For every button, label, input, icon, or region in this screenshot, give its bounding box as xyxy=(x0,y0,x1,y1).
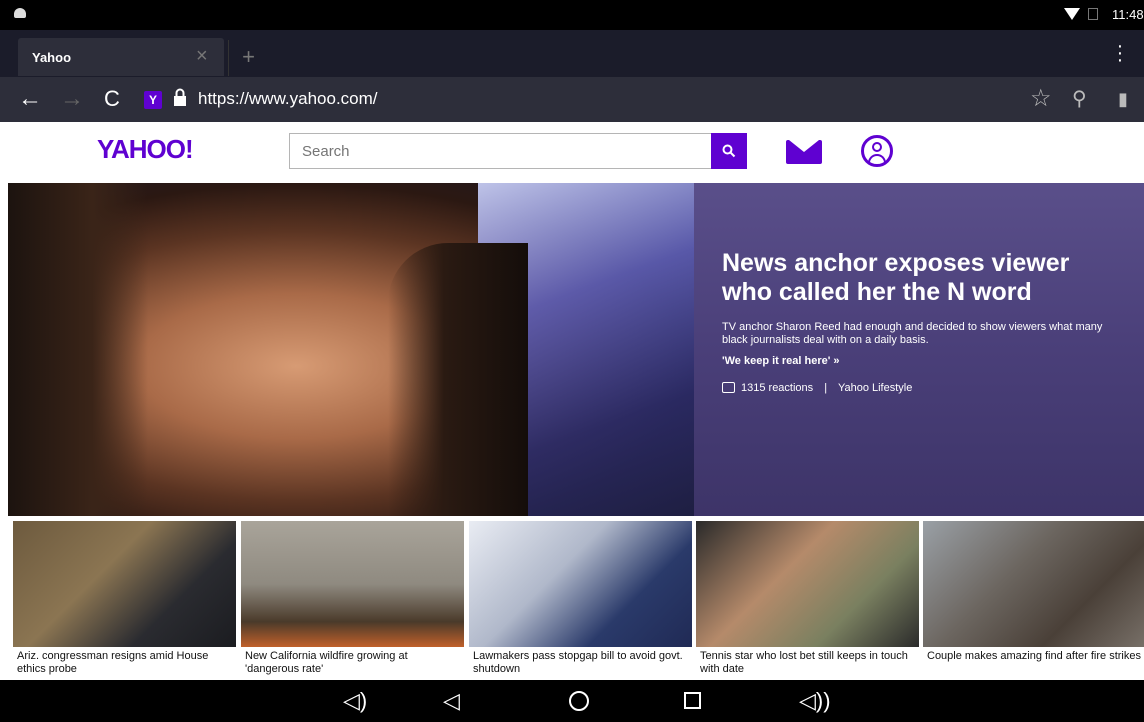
forward-arrow-icon[interactable]: → xyxy=(60,86,84,112)
home-icon[interactable] xyxy=(569,691,589,711)
site-favicon: Y xyxy=(144,91,162,109)
recents-icon[interactable] xyxy=(684,692,701,709)
mail-icon[interactable] xyxy=(786,140,822,164)
yahoo-logo[interactable]: YAHOO! xyxy=(97,134,194,165)
reactions-count[interactable]: 1315 reactions xyxy=(741,382,813,394)
star-icon[interactable]: ☆ xyxy=(1030,86,1052,112)
bookmark-icon[interactable]: ▮ xyxy=(1118,86,1128,112)
new-tab-button[interactable]: + xyxy=(228,40,268,76)
hero-summary: TV anchor Sharon Reed had enough and dec… xyxy=(722,321,1103,346)
signal-icon xyxy=(1088,8,1098,20)
close-icon[interactable]: × xyxy=(196,45,208,68)
back-nav-icon[interactable]: ◁ xyxy=(443,687,460,715)
toolbar: ← → C Y https://www.yahoo.com/ ☆ ⚲ ▮ xyxy=(0,77,1144,122)
hero-link[interactable]: 'We keep it real here' » xyxy=(722,355,840,367)
story-card[interactable]: Couple makes amazing find after fire str… xyxy=(923,521,1144,680)
hero-story[interactable]: News anchor exposes viewer who called he… xyxy=(8,183,1144,516)
meta-separator: | xyxy=(824,382,828,394)
story-image[interactable] xyxy=(241,521,464,647)
hero-image[interactable] xyxy=(8,183,694,516)
story-image[interactable] xyxy=(13,521,236,647)
web-page: YAHOO! News anchor exposes viewer who ca… xyxy=(0,122,1144,680)
clock: 11:48 xyxy=(1112,7,1144,22)
tab-strip: Yahoo × + · · · xyxy=(0,30,1144,77)
search-input[interactable] xyxy=(289,133,711,169)
navigation-bar: ◁) ◁ ◁)) xyxy=(0,680,1144,722)
android-icon xyxy=(14,8,26,18)
story-caption[interactable]: Lawmakers pass stopgap bill to avoid gov… xyxy=(473,650,688,676)
reload-icon[interactable]: C xyxy=(104,86,120,112)
story-strip: Ariz. congressman resigns amid House eth… xyxy=(13,521,1144,680)
story-caption[interactable]: Tennis star who lost bet still keeps in … xyxy=(700,650,915,676)
story-caption[interactable]: New California wildfire growing at 'dang… xyxy=(245,650,460,676)
tab-title: Yahoo xyxy=(32,50,72,65)
wifi-icon xyxy=(1064,8,1080,20)
story-card[interactable]: Ariz. congressman resigns amid House eth… xyxy=(13,521,236,680)
profile-icon[interactable] xyxy=(861,135,893,167)
volume-up-icon[interactable]: ◁)) xyxy=(799,687,831,715)
search-icon[interactable]: ⚲ xyxy=(1072,86,1087,112)
story-caption[interactable]: Ariz. congressman resigns amid House eth… xyxy=(17,650,232,676)
story-image[interactable] xyxy=(923,521,1144,647)
story-image[interactable] xyxy=(696,521,919,647)
tab-yahoo[interactable]: Yahoo × xyxy=(18,38,224,76)
story-card[interactable]: Lawmakers pass stopgap bill to avoid gov… xyxy=(469,521,692,680)
comment-icon xyxy=(722,382,735,393)
story-image[interactable] xyxy=(469,521,692,647)
hero-headline[interactable]: News anchor exposes viewer who called he… xyxy=(722,249,1122,307)
search-icon xyxy=(722,144,736,158)
status-bar: 11:48 xyxy=(0,0,1144,30)
story-caption[interactable]: Couple makes amazing find after fire str… xyxy=(927,650,1142,663)
story-card[interactable]: New California wildfire growing at 'dang… xyxy=(241,521,464,680)
overflow-menu-icon[interactable]: · · · xyxy=(1116,36,1124,70)
hero-text-panel xyxy=(694,183,1144,516)
lock-icon xyxy=(174,88,186,106)
search-button[interactable] xyxy=(711,133,747,169)
volume-down-icon[interactable]: ◁) xyxy=(343,687,367,715)
hero-meta: 1315 reactions | Yahoo Lifestyle xyxy=(722,382,912,394)
address-bar[interactable]: https://www.yahoo.com/ xyxy=(198,89,378,109)
back-arrow-icon[interactable]: ← xyxy=(18,86,42,112)
story-card[interactable]: Tennis star who lost bet still keeps in … xyxy=(696,521,919,680)
source-label: Yahoo Lifestyle xyxy=(837,382,913,394)
